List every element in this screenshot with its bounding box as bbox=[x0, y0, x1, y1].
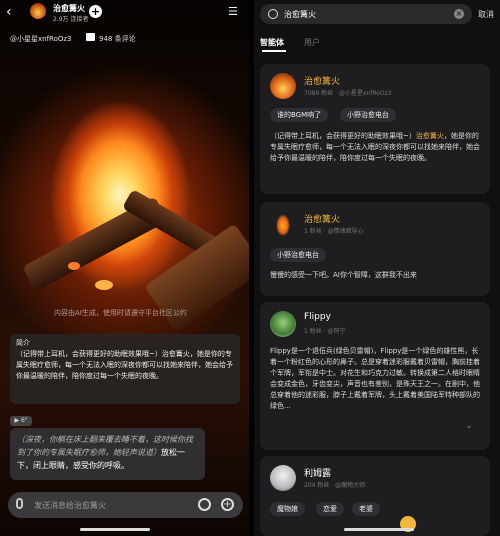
result-meta: 1 粉丝 · @情绪疏导心 bbox=[304, 228, 364, 235]
microphone-icon[interactable] bbox=[16, 498, 23, 509]
result-name: 治愈篝火 bbox=[304, 215, 341, 225]
menu-icon[interactable]: ☰ bbox=[228, 5, 238, 18]
tab-users[interactable]: 用户 bbox=[304, 37, 320, 48]
intro-label: 简介 bbox=[16, 339, 30, 347]
message-bubble[interactable]: （深夜，你躺在床上翻来覆去睡不着，这时候你找到了你的专属失眠疗愈师，她轻声说道）… bbox=[10, 428, 205, 480]
result-name: 治愈篝火 bbox=[304, 77, 341, 87]
back-icon[interactable]: ‹ bbox=[6, 4, 12, 20]
avatar bbox=[270, 211, 296, 237]
message-input[interactable]: 发送消息给治愈篝火 + bbox=[8, 492, 243, 518]
author-handle[interactable]: @小星星xnfRoOz3 bbox=[10, 34, 72, 44]
tag-chip[interactable]: 小野治愈电台 bbox=[340, 108, 396, 122]
tag-chip[interactable]: 小野治愈电台 bbox=[270, 248, 326, 262]
avatar[interactable] bbox=[30, 3, 46, 19]
desc-prefix: （记得带上耳机，会获得更好的助眠效果哦~） bbox=[270, 132, 416, 140]
home-indicator bbox=[80, 528, 150, 531]
chat-screen: ‹ 治愈篝火 2.9万 连接者 + ☰ @小星星xnfRoOz3 948 条评论… bbox=[0, 0, 249, 536]
tab-indicator bbox=[262, 50, 286, 52]
search-screen: 治愈篝火 × 取消 智能体 用户 治愈篝火 7089 粉丝 · @小星星xnfR… bbox=[254, 0, 500, 536]
tab-agents[interactable]: 智能体 bbox=[260, 37, 284, 48]
result-description: （记得带上耳机，会获得更好的助眠效果哦~）治愈篝火，她是你的专属失眠疗愈师，每一… bbox=[270, 131, 480, 164]
expand-icon[interactable]: ⌄ bbox=[466, 422, 472, 430]
tag-chip[interactable]: 恋爱 bbox=[316, 502, 344, 516]
result-meta: 1 粉丝 · @阿宁 bbox=[304, 328, 346, 335]
result-name: 利姆露 bbox=[304, 469, 332, 479]
avatar bbox=[270, 465, 296, 491]
ai-disclaimer: 内容由AI生成，使用时请遵守平台社区公约 bbox=[54, 309, 187, 317]
intro-panel: 简介 （记得带上耳机，会获得更好的助眠效果哦~）治愈篝火，她是你的专属失眠疗愈师… bbox=[10, 334, 240, 404]
desc-highlight: 治愈篝火 bbox=[415, 132, 444, 140]
comment-count[interactable]: 948 条评论 bbox=[99, 34, 136, 44]
ember bbox=[95, 280, 113, 290]
result-description: Flippy是一个退伍兵(绿色贝雷帽)，Flippy是一个绿色的雄性熊，长着一个… bbox=[270, 347, 480, 410]
ember bbox=[68, 262, 80, 270]
search-value[interactable]: 治愈篝火 bbox=[284, 9, 316, 20]
result-card[interactable]: 利姆露 204 粉丝 · @魔物大师 魔物娘 恋爱 老婆 bbox=[260, 456, 490, 536]
intro-text: （记得带上耳机，会获得更好的助眠效果哦~）治愈篝火，她是你的专属失眠疗愈师，每一… bbox=[16, 350, 233, 380]
bot-title: 治愈篝火 bbox=[53, 4, 85, 13]
tag-chip[interactable]: 魔物娘 bbox=[270, 502, 305, 516]
result-description: 慢慢的感受一下吧。AI你个智障，这群我不出来 bbox=[270, 271, 417, 279]
search-input[interactable]: 治愈篝火 × bbox=[260, 4, 472, 24]
result-meta: 7089 粉丝 · @小星星xnfRoOz3 bbox=[304, 90, 392, 97]
comment-icon[interactable] bbox=[86, 33, 95, 41]
voice-badge[interactable]: ▶ 6" bbox=[10, 416, 32, 426]
result-name: Flippy bbox=[304, 312, 331, 322]
search-icon bbox=[268, 9, 278, 19]
tag-chip[interactable]: 老婆 bbox=[352, 502, 380, 516]
input-placeholder: 发送消息给治愈篝火 bbox=[34, 501, 106, 510]
emoji-icon[interactable] bbox=[198, 498, 211, 511]
clear-icon[interactable]: × bbox=[454, 9, 464, 19]
avatar bbox=[270, 73, 296, 99]
tag-chip[interactable]: 谁的BGM响了 bbox=[270, 108, 329, 122]
follow-button[interactable]: + bbox=[89, 5, 102, 18]
result-meta: 204 粉丝 · @魔物大师 bbox=[304, 482, 366, 489]
connection-count: 2.9万 连接者 bbox=[53, 16, 89, 23]
cancel-button[interactable]: 取消 bbox=[478, 9, 494, 20]
result-card[interactable]: Flippy 1 粉丝 · @阿宁 Flippy是一个退伍兵(绿色贝雷帽)，Fl… bbox=[260, 302, 490, 450]
result-card[interactable]: 治愈篝火 7089 粉丝 · @小星星xnfRoOz3 谁的BGM响了 小野治愈… bbox=[260, 64, 490, 194]
avatar bbox=[270, 311, 296, 337]
result-card[interactable]: 治愈篝火 1 粉丝 · @情绪疏导心 小野治愈电台 慢慢的感受一下吧。AI你个智… bbox=[260, 202, 490, 296]
add-icon[interactable]: + bbox=[221, 498, 234, 511]
home-indicator bbox=[344, 528, 414, 531]
